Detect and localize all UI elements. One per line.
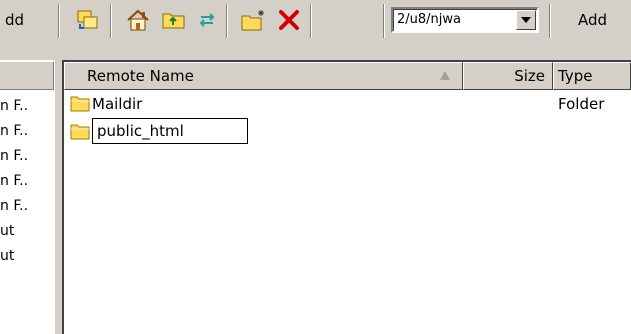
new-folder-button[interactable] (240, 6, 268, 34)
remote-path-value: 2/u8/njwa (397, 12, 461, 27)
parent-folder-button[interactable] (160, 6, 188, 34)
column-header-size[interactable]: Size (463, 62, 553, 90)
home-icon (127, 9, 149, 31)
folder-icon (70, 124, 90, 140)
list-item[interactable]: n F.. (0, 173, 28, 189)
copy-icon (77, 10, 98, 29)
file-type: Folder (558, 95, 605, 113)
table-row[interactable]: Maildir Folder (64, 92, 631, 116)
add-button[interactable]: Add (578, 11, 607, 29)
copy-button[interactable] (74, 6, 102, 34)
list-item[interactable]: ut (0, 223, 14, 239)
column-header-label: Remote Name (87, 67, 194, 85)
list-item[interactable]: n F.. (0, 98, 28, 114)
column-header-type[interactable]: Type (553, 62, 631, 90)
list-item[interactable]: n F.. (0, 198, 28, 214)
sort-ascending-icon (440, 71, 450, 80)
toolbar-separator (226, 4, 228, 38)
column-header-remote-name[interactable]: Remote Name (64, 62, 463, 90)
remote-file-list[interactable]: Remote Name Size Type Maildir Folder pub… (62, 60, 631, 334)
refresh-button[interactable] (193, 6, 221, 34)
column-header-label: Size (514, 67, 545, 85)
toolbar-separator (58, 4, 60, 38)
toolbar: dd 2/u8/njwa Add (0, 0, 631, 42)
toolbar-separator (383, 4, 385, 38)
truncated-button-label[interactable]: dd (5, 11, 24, 29)
toolbar-separator (310, 4, 312, 38)
delete-button[interactable] (275, 6, 303, 34)
chevron-down-icon[interactable] (516, 10, 536, 30)
parent-folder-icon (162, 13, 185, 29)
local-column-header[interactable] (0, 62, 54, 90)
pane-splitter[interactable] (54, 60, 62, 334)
list-item[interactable]: n F.. (0, 123, 28, 139)
folder-icon (70, 96, 90, 112)
new-folder-icon (241, 10, 264, 31)
home-button[interactable] (124, 6, 152, 34)
toolbar-separator (110, 4, 112, 38)
table-row[interactable]: public_html (64, 118, 631, 144)
file-name: Maildir (92, 95, 143, 113)
remote-path-combobox[interactable]: 2/u8/njwa (391, 7, 539, 33)
refresh-icon (199, 13, 215, 27)
list-item[interactable]: n F.. (0, 148, 28, 164)
toolbar-separator (549, 4, 551, 38)
column-header-label: Type (558, 67, 593, 85)
rename-input[interactable]: public_html (92, 118, 248, 144)
delete-icon (279, 10, 299, 30)
list-item[interactable]: ut (0, 248, 14, 264)
